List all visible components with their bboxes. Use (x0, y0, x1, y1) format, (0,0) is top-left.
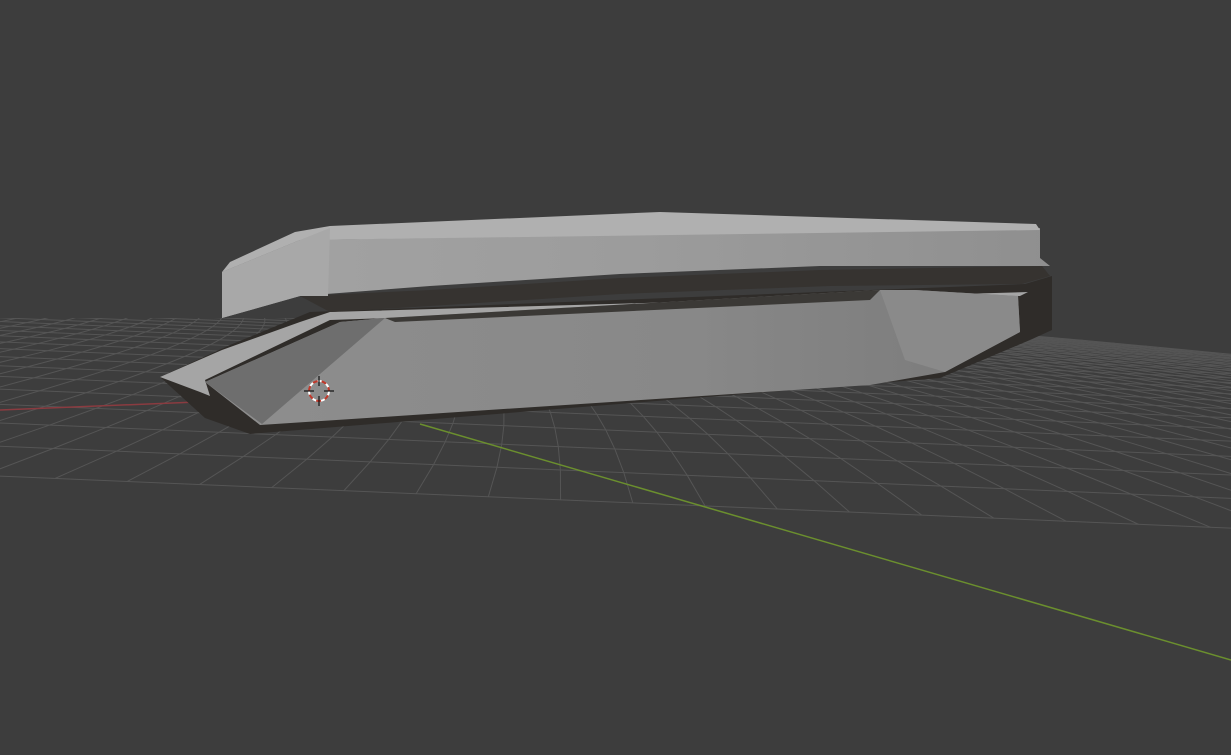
grid-line (0, 475, 1231, 529)
viewport-canvas[interactable] (0, 0, 1231, 755)
3d-viewport[interactable] (0, 0, 1231, 755)
y-axis-line (419, 423, 1231, 661)
